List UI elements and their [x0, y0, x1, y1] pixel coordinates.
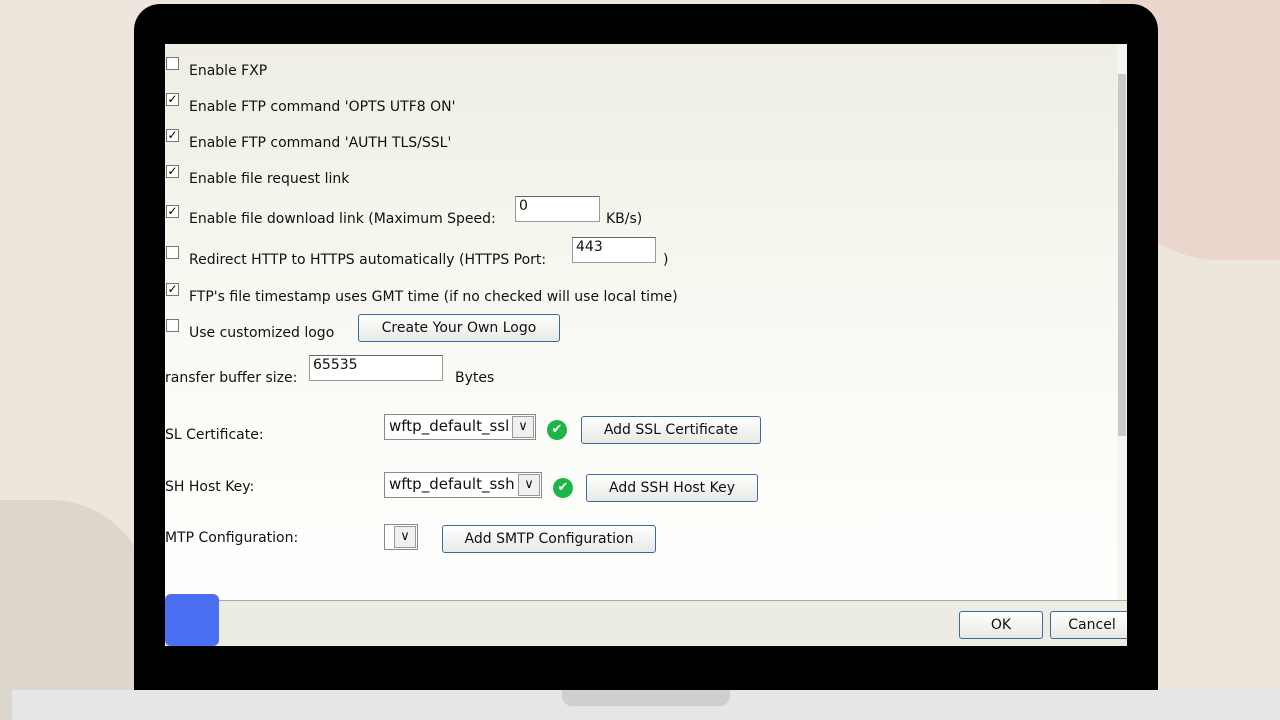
chevron-down-icon: ∨: [394, 526, 416, 548]
option-label: FTP's file timestamp uses GMT time (if n…: [189, 289, 678, 305]
checkbox-gmt-time[interactable]: ✓: [166, 283, 179, 296]
option-label: Use customized logo: [189, 325, 335, 341]
laptop-notch: [562, 690, 730, 706]
option-label: Enable file request link: [189, 171, 350, 187]
dialog-footer: OK Cancel: [165, 600, 1127, 646]
option-label: Enable FXP: [189, 63, 268, 79]
smtp-select[interactable]: ∨: [384, 524, 418, 550]
add-ssh-button[interactable]: Add SSH Host Key: [586, 474, 758, 502]
add-smtp-button[interactable]: Add SMTP Configuration: [442, 525, 656, 553]
ssh-value: wftp_default_ssh: [389, 475, 515, 493]
max-speed-input[interactable]: 0: [515, 196, 600, 222]
smtp-label: MTP Configuration:: [165, 530, 299, 546]
create-logo-button[interactable]: Create Your Own Logo: [358, 314, 560, 342]
speed-unit: KB/s): [606, 211, 643, 227]
option-label: Redirect HTTP to HTTPS automatically (HT…: [189, 252, 547, 268]
checkbox-custom-logo[interactable]: [166, 319, 179, 332]
chevron-down-icon: ∨: [518, 474, 540, 496]
add-ssl-button[interactable]: Add SSL Certificate: [581, 416, 761, 444]
ssl-select[interactable]: wftp_default_ssl ∨: [384, 414, 536, 440]
checkbox-file-request-link[interactable]: ✓: [166, 165, 179, 178]
option-label: Enable FTP command 'AUTH TLS/SSL': [189, 135, 452, 151]
channel-logo: [165, 594, 219, 646]
check-circle-icon: ✔: [553, 478, 573, 498]
checkbox-file-download-link[interactable]: ✓: [166, 205, 179, 218]
cancel-button[interactable]: Cancel: [1050, 611, 1127, 639]
settings-dialog: Enable FXP ✓ Enable FTP command 'OPTS UT…: [165, 44, 1127, 646]
ssl-label: SL Certificate:: [165, 427, 264, 443]
scrollbar-thumb[interactable]: [1118, 74, 1126, 436]
background-shape: [0, 500, 150, 720]
checkbox-enable-fxp[interactable]: [166, 57, 179, 70]
check-circle-icon: ✔: [547, 420, 567, 440]
https-port-input[interactable]: 443: [572, 237, 656, 263]
checkbox-opts-utf8[interactable]: ✓: [166, 93, 179, 106]
buffer-size-input[interactable]: 65535: [309, 355, 443, 381]
buffer-size-label: ransfer buffer size:: [165, 370, 298, 386]
chevron-down-icon: ∨: [512, 416, 534, 438]
checkbox-auth-tls[interactable]: ✓: [166, 129, 179, 142]
ssh-label: SH Host Key:: [165, 479, 255, 495]
ok-button[interactable]: OK: [959, 611, 1043, 639]
option-label: Enable FTP command 'OPTS UTF8 ON': [189, 99, 456, 115]
option-label: Enable file download link (Maximum Speed…: [189, 211, 496, 227]
ssl-value: wftp_default_ssl: [389, 417, 510, 435]
paren-close: ): [663, 252, 669, 268]
checkbox-redirect-https[interactable]: [166, 246, 179, 259]
ssh-select[interactable]: wftp_default_ssh ∨: [384, 472, 542, 498]
buffer-unit: Bytes: [455, 370, 495, 386]
